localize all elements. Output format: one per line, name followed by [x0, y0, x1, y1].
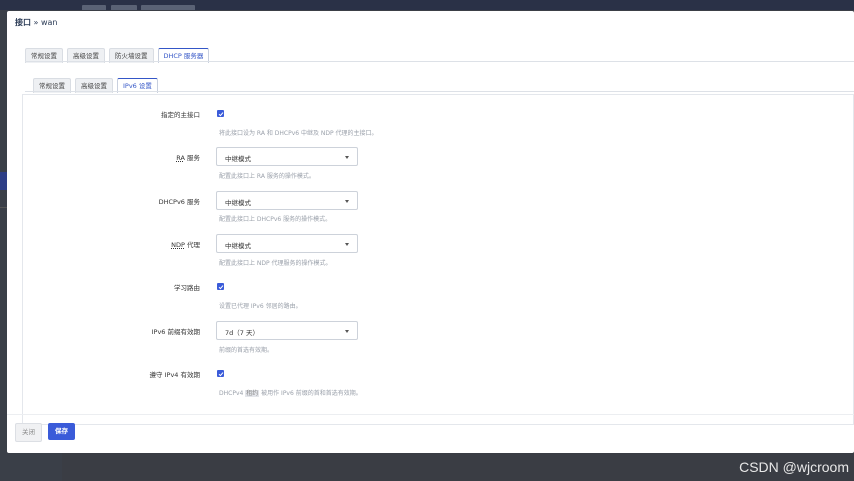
prefix-lifetime-help: 前缀的首选有效期。: [219, 347, 274, 354]
ndp-proxy-label: NDP 代理: [40, 239, 200, 249]
ndp-proxy-select[interactable]: 中继模式: [216, 234, 358, 253]
dhcpv6-service-value: 中继模式: [225, 199, 251, 207]
ra-service-label: RA 服务: [40, 152, 200, 162]
save-button[interactable]: 保存: [48, 423, 75, 440]
modal-title: 接口 » wan: [15, 17, 58, 28]
dhcpv6-service-label: DHCPv6 服务: [158, 198, 200, 206]
dhcpv6-service-help: 配置此接口上 DHCPv6 服务的操作模式。: [219, 216, 332, 223]
ndp-proxy-help: 配置此接口上 NDP 代理服务的操作模式。: [219, 260, 332, 267]
ndp-abbr: NDP: [171, 241, 185, 249]
follow-ipv4-help-post: 被用作 IPv6 前缀的首和首选有效期。: [259, 390, 362, 397]
modal-title-main: 接口: [15, 18, 31, 27]
prefix-lifetime-label: IPv6 前缀有效期: [151, 328, 200, 336]
chevron-down-icon: [345, 243, 349, 246]
ndp-label-rest: 代理: [184, 241, 200, 249]
chevron-down-icon: [345, 156, 349, 159]
chevron-down-icon: [345, 330, 349, 333]
ra-abbr: RA: [176, 154, 185, 162]
ra-label-rest: 服务: [184, 154, 200, 162]
main-tabs-divider: [25, 61, 854, 62]
prefix-lifetime-value: 7d（7 天）: [225, 329, 259, 337]
ra-service-select[interactable]: 中继模式: [216, 147, 358, 166]
ra-help-pre: 配置此接口上: [219, 173, 257, 180]
master-interface-help: 将此接口设为 RA 和 DHCPv6 中继及 NDP 代理的主接口。: [219, 130, 378, 137]
sub-tabs-divider: [25, 91, 854, 92]
check-icon: [218, 284, 223, 289]
master-interface-checkbox[interactable]: [217, 110, 224, 117]
learn-routes-checkbox[interactable]: [217, 283, 224, 290]
prefix-lifetime-select[interactable]: 7d（7 天）: [216, 321, 358, 340]
master-interface-label: 指定的主接口: [161, 111, 200, 119]
ra-help-abbr: RA: [256, 173, 265, 180]
learn-routes-label: 学习路由: [174, 284, 200, 292]
check-icon: [218, 371, 223, 376]
chevron-down-icon: [345, 200, 349, 203]
modal-footer-divider: [7, 414, 854, 415]
follow-ipv4-help-highlight: 租约: [245, 390, 260, 397]
learn-routes-help: 设置已代理 IPv6 邻居的路由。: [219, 303, 302, 310]
check-icon: [218, 111, 223, 116]
dhcpv6-service-select[interactable]: 中继模式: [216, 191, 358, 210]
follow-ipv4-help: DHCPv4 租约 被用作 IPv6 前缀的首和首选有效期。: [219, 388, 362, 397]
follow-ipv4-checkbox[interactable]: [217, 370, 224, 377]
follow-ipv4-label: 遵守 IPv4 有效期: [149, 371, 200, 379]
ra-service-value: 中继模式: [225, 155, 251, 163]
ndp-proxy-value: 中继模式: [225, 242, 251, 250]
csdn-watermark: CSDN @wjcroom: [739, 459, 849, 475]
ra-help-post: 服务的操作模式。: [264, 173, 315, 180]
background-main-footer: [62, 452, 854, 481]
interface-modal: 接口 » wan 常规设置 高级设置 防火墙设置 DHCP 服务器 常规设置 高…: [7, 11, 854, 453]
follow-ipv4-help-pre: DHCPv4: [219, 390, 246, 397]
ra-service-help: 配置此接口上 RA 服务的操作模式。: [219, 171, 315, 180]
modal-title-sub: » wan: [31, 18, 58, 27]
close-button[interactable]: 关闭: [15, 423, 42, 442]
